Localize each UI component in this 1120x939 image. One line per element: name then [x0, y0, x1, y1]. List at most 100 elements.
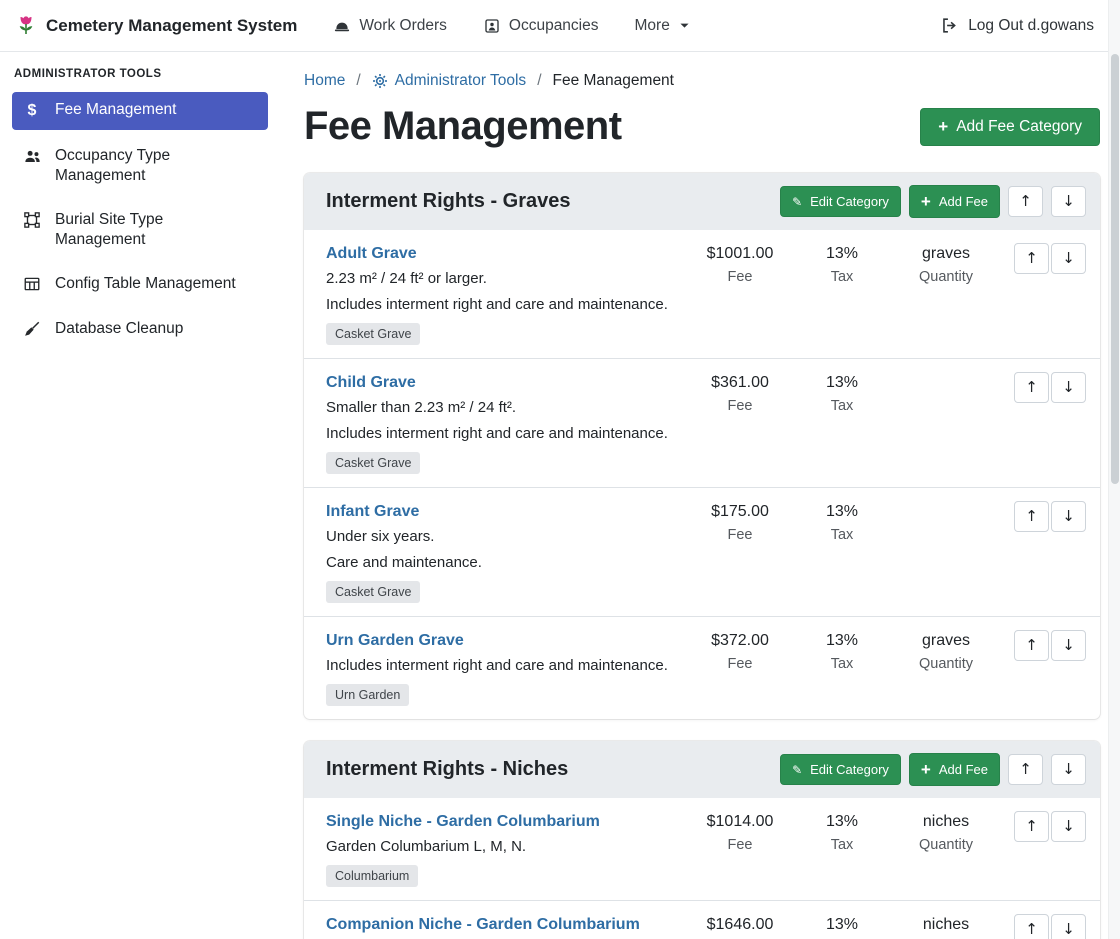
fee-tax-column: 13% Tax — [796, 243, 888, 285]
fee-quantity-column — [888, 501, 1004, 503]
add-fee-category-label: Add Fee Category — [956, 118, 1082, 136]
move-fee-up-button[interactable]: ↑ — [1014, 243, 1049, 274]
nav-occupancies-label: Occupancies — [509, 17, 599, 35]
sidebar-item[interactable]: Database Cleanup — [12, 311, 268, 347]
fee-amount: $361.00 — [684, 374, 796, 392]
fee-tax: 13% — [796, 632, 888, 650]
nav-work-orders[interactable]: Work Orders — [333, 17, 447, 35]
fee-tax-label: Tax — [796, 837, 888, 853]
breadcrumb: Home / Administrator Tools — [304, 72, 1100, 90]
fee-name-link[interactable]: Adult Grave — [326, 245, 417, 263]
move-fee-down-button[interactable]: ↓ — [1051, 630, 1086, 661]
plus-icon: + — [921, 193, 931, 210]
move-category-up-button[interactable]: ↑ — [1008, 754, 1043, 785]
fee-reorder-buttons: ↑ ↓ — [1014, 914, 1086, 939]
fee-amount-label: Fee — [684, 837, 796, 853]
sidebar-heading: ADMINISTRATOR TOOLS — [14, 68, 266, 80]
breadcrumb-current: Fee Management — [553, 72, 675, 90]
sidebar-item[interactable]: Occupancy Type Management — [12, 138, 268, 194]
users-icon — [22, 147, 42, 166]
sidebar-item[interactable]: Config Table Management — [12, 266, 268, 302]
fee-list: Single Niche - Garden Columbarium Garden… — [304, 798, 1100, 939]
fee-quantity-label: Quantity — [888, 656, 1004, 672]
pencil-icon: ✎ — [792, 196, 802, 208]
fee-amount: $372.00 — [684, 632, 796, 650]
table-icon — [22, 275, 42, 293]
fee-name-link[interactable]: Single Niche - Garden Columbarium — [326, 813, 600, 831]
fee-description: Under six years. — [326, 528, 674, 545]
page-title: Fee Management — [304, 104, 622, 149]
vertical-scrollbar[interactable] — [1108, 0, 1120, 939]
fee-amount: $1001.00 — [684, 245, 796, 263]
vector-square-icon — [22, 211, 42, 229]
move-category-up-button[interactable]: ↑ — [1008, 186, 1043, 217]
gear-icon — [372, 73, 388, 89]
fee-details: Single Niche - Garden Columbarium Garden… — [326, 811, 684, 887]
fee-amount-column: $1001.00 Fee — [684, 243, 796, 285]
fee-quantity-label: Quantity — [888, 837, 1004, 853]
flower-logo-icon — [14, 14, 38, 38]
fee-quantity-unit: graves — [888, 245, 1004, 263]
sidebar-item[interactable]: Burial Site Type Management — [12, 202, 268, 258]
scrollbar-thumb[interactable] — [1111, 54, 1119, 484]
fee-name-link[interactable]: Companion Niche - Garden Columbarium — [326, 916, 640, 934]
add-fee-category-button[interactable]: + Add Fee Category — [920, 108, 1100, 146]
plus-icon: + — [921, 761, 931, 778]
fee-list: Adult Grave 2.23 m² / 24 ft² or larger. … — [304, 230, 1100, 719]
move-fee-down-button[interactable]: ↓ — [1051, 811, 1086, 842]
fee-quantity-column: niches Quantity — [888, 914, 1004, 939]
fee-quantity-column — [888, 372, 1004, 374]
add-fee-button[interactable]: + Add Fee — [909, 753, 1000, 786]
move-fee-down-button[interactable]: ↓ — [1051, 372, 1086, 403]
logout-icon — [940, 16, 959, 35]
move-fee-up-button[interactable]: ↑ — [1014, 914, 1049, 939]
fee-amount: $1014.00 — [684, 813, 796, 831]
move-fee-down-button[interactable]: ↓ — [1051, 914, 1086, 939]
edit-category-button[interactable]: ✎ Edit Category — [780, 754, 901, 785]
fee-amount-column: $372.00 Fee — [684, 630, 796, 672]
fee-name-link[interactable]: Urn Garden Grave — [326, 632, 464, 650]
category-title: Interment Rights - Graves — [326, 190, 571, 213]
breadcrumb-home-link[interactable]: Home — [304, 72, 345, 90]
fee-tax-label: Tax — [796, 269, 888, 285]
nav-more[interactable]: More — [635, 17, 691, 35]
add-fee-button[interactable]: + Add Fee — [909, 185, 1000, 218]
fee-tax: 13% — [796, 503, 888, 521]
fee-tag: Casket Grave — [326, 581, 420, 603]
fee-tax-column: 13% Tax — [796, 811, 888, 853]
top-navbar: Cemetery Management System Work Orders O… — [0, 0, 1120, 52]
sidebar-items: $ Fee Management Occupancy Type Manageme… — [12, 92, 268, 347]
fee-amount: $1646.00 — [684, 916, 796, 934]
fee-categories: Interment Rights - Graves ✎ Edit Categor… — [304, 173, 1100, 939]
move-fee-down-button[interactable]: ↓ — [1051, 243, 1086, 274]
fee-tag: Casket Grave — [326, 452, 420, 474]
breadcrumb-separator: / — [537, 72, 541, 90]
move-fee-down-button[interactable]: ↓ — [1051, 501, 1086, 532]
fee-name-link[interactable]: Child Grave — [326, 374, 416, 392]
move-category-down-button[interactable]: ↓ — [1051, 754, 1086, 785]
page-layout: ADMINISTRATOR TOOLS $ Fee Management Occ… — [0, 52, 1120, 939]
move-category-down-button[interactable]: ↓ — [1051, 186, 1086, 217]
pencil-icon: ✎ — [792, 764, 802, 776]
dollar-icon: $ — [22, 101, 42, 122]
move-fee-up-button[interactable]: ↑ — [1014, 372, 1049, 403]
edit-category-button[interactable]: ✎ Edit Category — [780, 186, 901, 217]
fee-row: Single Niche - Garden Columbarium Garden… — [304, 798, 1100, 901]
fee-tax-column: 13% Tax — [796, 501, 888, 543]
fee-details: Urn Garden Grave Includes interment righ… — [326, 630, 684, 706]
category-header: Interment Rights - Graves ✎ Edit Categor… — [304, 173, 1100, 230]
fee-description: Care and maintenance. — [326, 554, 674, 571]
move-fee-up-button[interactable]: ↑ — [1014, 630, 1049, 661]
fee-quantity-unit: graves — [888, 632, 1004, 650]
nav-occupancies[interactable]: Occupancies — [483, 17, 599, 35]
breadcrumb-admin-tools-link[interactable]: Administrator Tools — [372, 72, 527, 90]
move-fee-up-button[interactable]: ↑ — [1014, 501, 1049, 532]
logout-link[interactable]: Log Out d.gowans — [940, 16, 1094, 35]
nav-more-label: More — [635, 17, 670, 35]
broom-icon — [22, 320, 42, 338]
page-header: Fee Management + Add Fee Category — [304, 104, 1100, 149]
sidebar-item[interactable]: $ Fee Management — [12, 92, 268, 130]
move-fee-up-button[interactable]: ↑ — [1014, 811, 1049, 842]
fee-row: Urn Garden Grave Includes interment righ… — [304, 617, 1100, 719]
fee-name-link[interactable]: Infant Grave — [326, 503, 419, 521]
